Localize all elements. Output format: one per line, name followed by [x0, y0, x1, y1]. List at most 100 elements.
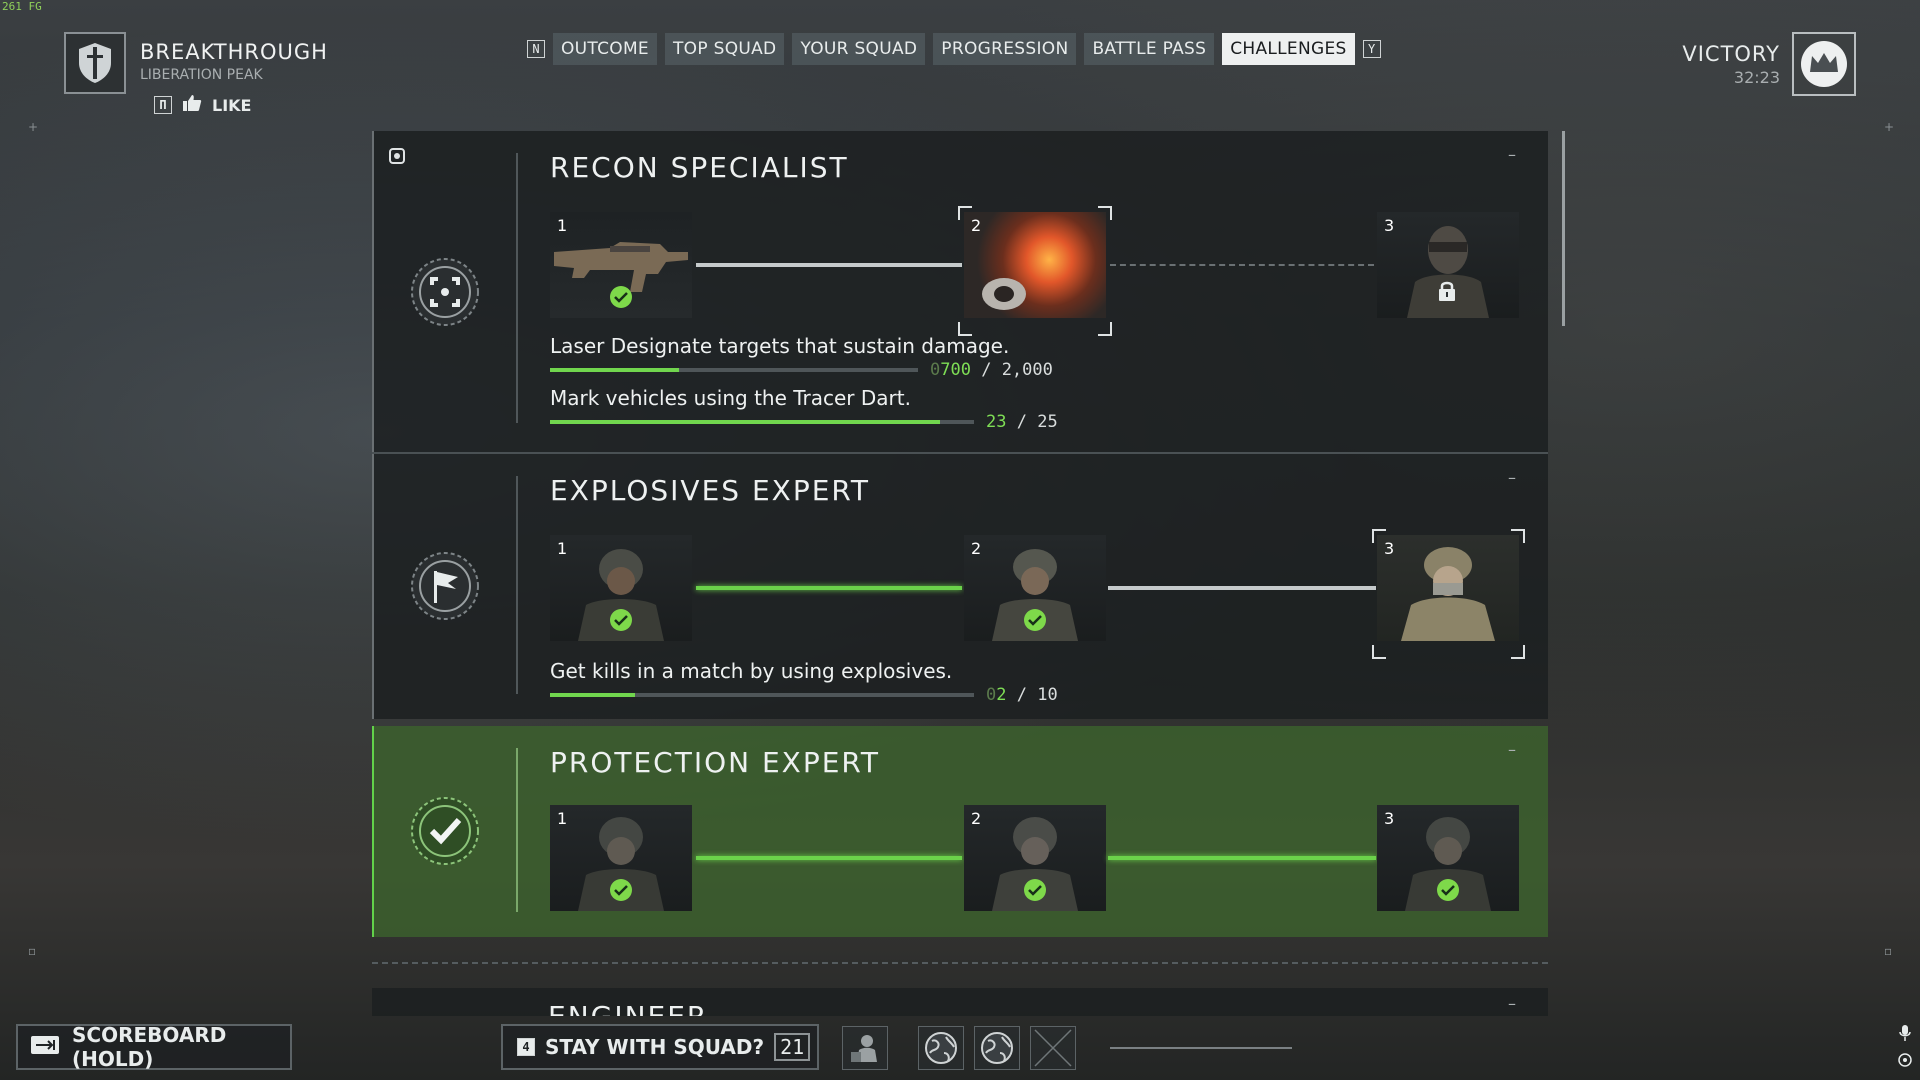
scoreboard-button[interactable]: SCOREBOARD (HOLD): [16, 1023, 292, 1071]
challenge-card-explosives-expert[interactable]: EXPLOSIVES EXPERT – 1 2 3 Get kills in a…: [372, 454, 1548, 719]
progress-current: 23: [986, 412, 1007, 432]
selection-bracket: [1372, 645, 1386, 659]
tier-1-card[interactable]: 1: [550, 535, 692, 641]
like-button[interactable]: П LIKE: [154, 94, 251, 116]
task-progress-bar: [550, 693, 974, 697]
selection-bracket: [1098, 206, 1112, 220]
tab-your-squad[interactable]: YOUR SQUAD: [792, 33, 926, 65]
microphone-icon: [1898, 1024, 1912, 1046]
match-result: VICTORY 32:23: [1682, 42, 1780, 87]
selection-bracket: [958, 206, 972, 220]
flag-badge-icon: [410, 551, 480, 621]
tier-number: 2: [971, 539, 982, 558]
corner-square-mark: ▫: [1884, 944, 1893, 958]
tab-challenges[interactable]: CHALLENGES: [1222, 33, 1355, 65]
completed-check-icon: [610, 879, 632, 901]
selection-bracket: [1511, 645, 1525, 659]
like-key-hint: П: [154, 96, 172, 114]
tier-2-card[interactable]: 2: [964, 535, 1106, 641]
tier-1-card[interactable]: 1: [550, 212, 692, 318]
tier-connector: [696, 263, 962, 267]
progress-current: 2: [996, 685, 1007, 705]
challenge-card-recon-specialist[interactable]: RECON SPECIALIST – 1 2 3 Laser Designate…: [372, 131, 1548, 453]
lock-icon: [1437, 280, 1457, 306]
corner-plus-mark: +: [28, 120, 39, 134]
completed-check-icon: [1437, 879, 1459, 901]
challenges-panel[interactable]: RECON SPECIALIST – 1 2 3 Laser Designate…: [372, 131, 1548, 1015]
progress-fill: [550, 693, 635, 697]
tier-number: 3: [1384, 216, 1395, 235]
result-title: VICTORY: [1682, 42, 1780, 66]
challenge-card-protection-expert[interactable]: PROTECTION EXPERT – 1 2 3: [372, 726, 1548, 937]
task-progress-count: 23 / 25: [986, 412, 1058, 432]
task-progress-count: 02 / 10: [986, 685, 1058, 705]
challenge-side: [374, 131, 516, 453]
soldier-portrait-image: [1377, 535, 1519, 641]
stay-key-hint: 4: [517, 1038, 535, 1056]
task-progress-bar: [550, 368, 918, 372]
tier-3-card[interactable]: 3: [1377, 805, 1519, 911]
challenge-title: EXPLOSIVES EXPERT: [550, 474, 870, 507]
tier-connector-completed: [696, 586, 962, 590]
task-progress-count: 0700 / 2,000: [930, 360, 1053, 380]
completed-check-icon: [610, 286, 632, 308]
globe-soldier-icon[interactable]: [918, 1026, 964, 1070]
victory-crown-icon: [1792, 32, 1856, 96]
target-settings-icon[interactable]: [388, 147, 406, 169]
tier-2-card[interactable]: 2: [964, 212, 1106, 318]
bottom-divider: [1110, 1047, 1292, 1049]
section-divider: [372, 962, 1548, 964]
task-progress-bar: [550, 420, 974, 424]
progress-total: / 10: [1016, 685, 1058, 705]
challenge-title: ENGINEER: [548, 1000, 708, 1016]
tier-number: 2: [971, 216, 982, 235]
tier-3-card[interactable]: 3: [1377, 212, 1519, 318]
challenge-title: RECON SPECIALIST: [550, 151, 849, 184]
completed-check-icon: [1024, 609, 1046, 631]
completed-check-icon: [610, 609, 632, 631]
corner-plus-mark: +: [1884, 120, 1895, 134]
tier-number: 1: [557, 539, 568, 558]
tab-outcome[interactable]: OUTCOME: [553, 33, 657, 65]
stay-with-squad-button[interactable]: 4 STAY WITH SQUAD? 21: [501, 1024, 819, 1070]
challenges-scrollbar[interactable]: [1562, 131, 1565, 326]
squad-soldier-icon[interactable]: [842, 1026, 888, 1070]
tier-connector-completed: [696, 856, 962, 860]
tier-1-card[interactable]: 1: [550, 805, 692, 911]
tier-connector-completed: [1108, 856, 1376, 860]
empty-slot-icon[interactable]: [1030, 1026, 1076, 1070]
explosion-image: [964, 212, 1106, 318]
corner-square-mark: ▫: [28, 944, 37, 958]
collapse-button[interactable]: –: [1508, 994, 1516, 1013]
tab-progression[interactable]: PROGRESSION: [933, 33, 1077, 65]
collapse-button[interactable]: –: [1508, 145, 1516, 164]
collapse-button[interactable]: –: [1508, 740, 1516, 759]
challenge-card-engineer[interactable]: ENGINEER –: [372, 988, 1548, 1016]
recon-crosshair-icon: [410, 257, 480, 327]
completed-check-icon: [1024, 879, 1046, 901]
progress-fill: [550, 420, 941, 424]
card-divider: [516, 476, 518, 694]
tier-connector: [1108, 586, 1376, 590]
progress-prefix: 0: [930, 360, 941, 380]
settings-circle-icon: [1898, 1052, 1912, 1071]
tier-number: 1: [557, 809, 568, 828]
tab-battle-pass[interactable]: BATTLE PASS: [1084, 33, 1215, 65]
game-mode-emblem-icon: [64, 32, 126, 94]
card-divider: [516, 153, 518, 423]
tab-bar: N OUTCOME TOP SQUAD YOUR SQUAD PROGRESSI…: [527, 33, 1381, 65]
tier-number: 3: [1384, 809, 1395, 828]
progress-current: 700: [940, 360, 971, 380]
tier-3-card[interactable]: 3: [1377, 535, 1519, 641]
like-label: LIKE: [212, 95, 252, 115]
task-description: Laser Designate targets that sustain dam…: [550, 334, 1010, 358]
tab-next-key-hint: Y: [1362, 40, 1381, 58]
tier-2-card[interactable]: 2: [964, 805, 1106, 911]
system-status: [1898, 1024, 1912, 1071]
progress-fill: [550, 368, 679, 372]
globe-soldier-icon[interactable]: [974, 1026, 1020, 1070]
tab-top-squad[interactable]: TOP SQUAD: [664, 33, 785, 65]
progress-total: / 25: [1016, 412, 1058, 432]
collapse-button[interactable]: –: [1508, 468, 1516, 487]
tier-number: 1: [557, 216, 568, 235]
